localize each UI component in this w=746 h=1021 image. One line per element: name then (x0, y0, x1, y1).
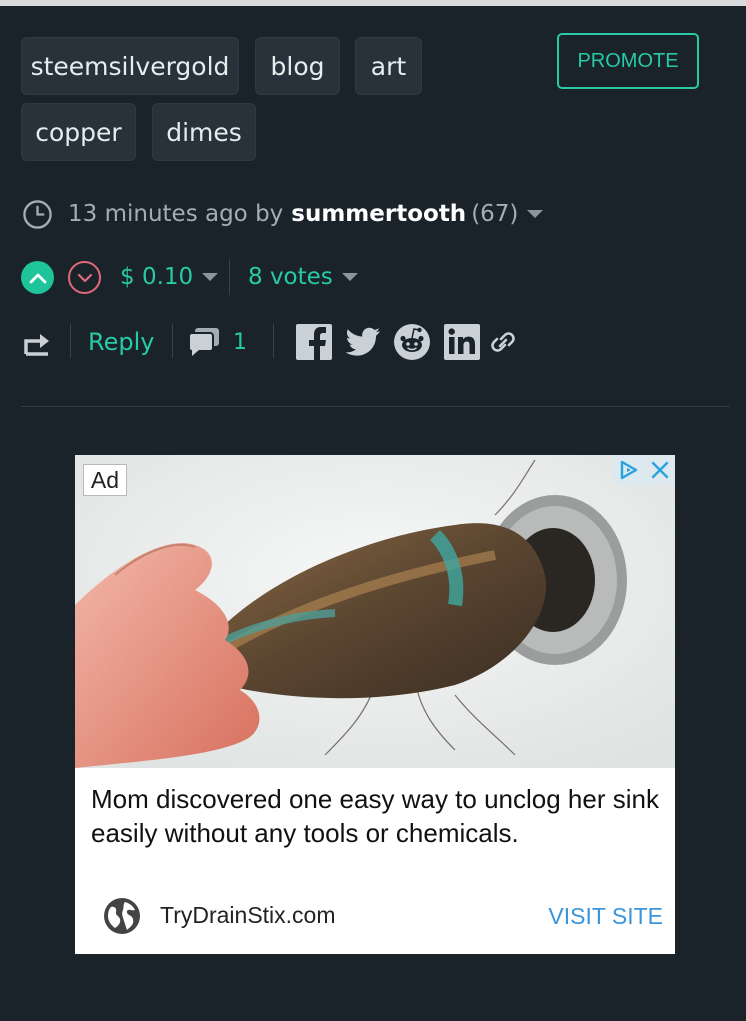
advertisement[interactable]: Ad Mom discovered one easy way to unclog… (75, 455, 675, 954)
author-link[interactable]: summertooth (291, 201, 466, 227)
reblog-icon[interactable] (23, 330, 53, 356)
post-time: 13 minutes ago by (68, 201, 284, 227)
facebook-icon[interactable] (296, 324, 332, 360)
separator (172, 324, 173, 358)
promote-button[interactable]: PROMOTE (557, 33, 699, 89)
visit-site-button[interactable]: VISIT SITE (548, 903, 663, 930)
clock-icon (23, 199, 52, 229)
separator (70, 324, 71, 358)
author-reputation: (67) (471, 201, 519, 227)
tag-copper[interactable]: copper (21, 103, 136, 161)
close-icon[interactable] (650, 460, 670, 480)
separator (273, 324, 274, 358)
votes-dropdown-icon[interactable] (341, 273, 358, 281)
tag-blog[interactable]: blog (255, 37, 340, 95)
separator (229, 259, 230, 295)
twitter-icon[interactable] (345, 324, 381, 360)
downvote-icon (77, 273, 92, 282)
section-divider (21, 406, 730, 407)
ad-domain[interactable]: TryDrainStix.com (160, 902, 336, 929)
top-edge-bar (0, 0, 746, 6)
post-meta: 13 minutes ago by summertooth (67) (22, 197, 544, 231)
tag-steemsilvergold[interactable]: steemsilvergold (21, 37, 239, 95)
globe-icon (104, 898, 140, 934)
comment-count[interactable]: 1 (233, 326, 247, 358)
ad-headline[interactable]: Mom discovered one easy way to unclog he… (91, 782, 661, 850)
votes-count[interactable]: 8 votes (248, 262, 358, 292)
ad-choices[interactable] (613, 455, 675, 485)
payout-value[interactable]: $ 0.10 (120, 262, 219, 292)
tag-dimes[interactable]: dimes (152, 103, 256, 161)
link-icon[interactable] (490, 324, 516, 360)
tag-art[interactable]: art (355, 37, 422, 95)
adchoices-icon[interactable] (618, 459, 640, 481)
ad-photo-drain (75, 455, 675, 768)
payout-amount: $ 0.10 (120, 264, 194, 290)
comments-icon[interactable] (188, 327, 220, 357)
votes-label: 8 votes (248, 264, 333, 290)
reply-button[interactable]: Reply (88, 326, 154, 358)
payout-dropdown-icon[interactable] (202, 273, 219, 281)
ad-image[interactable]: Ad (75, 455, 675, 768)
upvote-icon (29, 273, 46, 283)
ad-badge: Ad (83, 464, 127, 496)
author-dropdown-icon[interactable] (527, 210, 544, 218)
reddit-icon[interactable] (394, 324, 430, 360)
linkedin-icon[interactable] (444, 324, 480, 360)
upvote-button[interactable] (21, 261, 54, 294)
downvote-button[interactable] (68, 261, 101, 294)
